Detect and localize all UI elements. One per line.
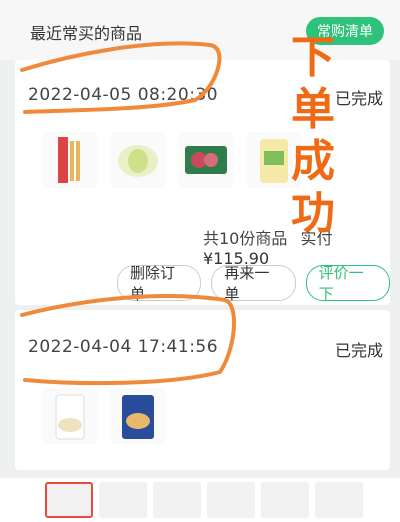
order-status: 已完成 <box>335 341 384 360</box>
annotation-char: 成 <box>291 136 335 187</box>
order-success-annotation: 下 单 成 功 <box>268 32 358 252</box>
strip-thumbnail[interactable] <box>261 482 309 518</box>
product-thumbnails[interactable] <box>42 132 302 188</box>
section-title: 最近常买的商品 <box>30 24 143 43</box>
strip-thumbnail[interactable] <box>315 482 363 518</box>
noodle-pack-icon <box>110 388 166 444</box>
order-actions: 删除订单 再来一单 评价一下 <box>117 264 390 303</box>
annotation-char: 单 <box>291 84 335 135</box>
image-strip <box>0 478 400 522</box>
strip-thumbnail[interactable] <box>45 482 93 518</box>
meat-pack-icon <box>178 132 234 188</box>
review-button[interactable]: 评价一下 <box>305 264 390 303</box>
reorder-button[interactable]: 再来一单 <box>211 264 296 303</box>
cabbage-icon <box>110 132 166 188</box>
annotation-char: 功 <box>291 188 335 239</box>
strip-thumbnail[interactable] <box>153 482 201 518</box>
delete-order-button[interactable]: 删除订单 <box>117 264 202 303</box>
order-datetime: 2022-04-04 17:41:56 <box>28 337 219 357</box>
order-card[interactable]: 2022-04-04 17:41:56 已完成 <box>15 310 390 470</box>
flour-bag-icon <box>42 388 98 444</box>
order-datetime: 2022-04-05 08:20:30 <box>28 85 219 105</box>
product-thumbnails[interactable] <box>42 388 166 444</box>
spaghetti-icon <box>42 132 98 188</box>
annotation-char: 下 <box>291 32 335 83</box>
strip-thumbnail[interactable] <box>99 482 147 518</box>
strip-thumbnail[interactable] <box>207 482 255 518</box>
